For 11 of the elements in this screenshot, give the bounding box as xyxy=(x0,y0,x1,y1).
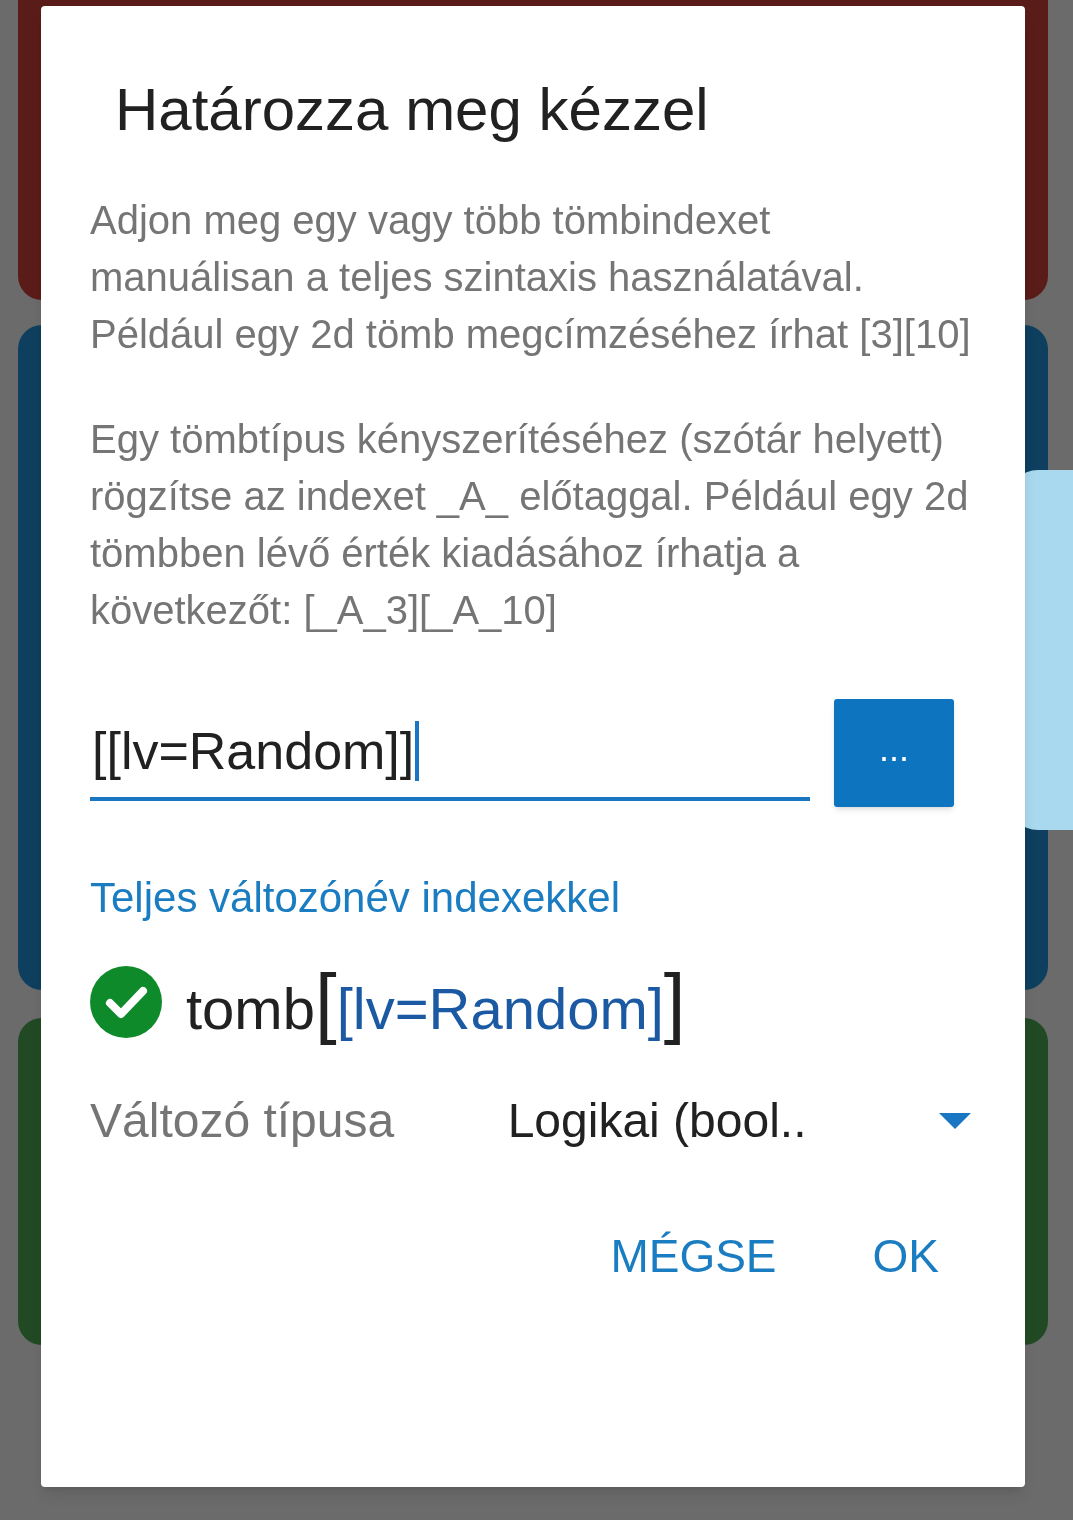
dialog-button[interactable]: MÉGSE xyxy=(610,1233,777,1279)
description-text: Egy tömbtípus kényszerítéséhez (szótár helyett) rögzítse az indexet _A_ előtaggal. Például egy 2d tömbben lévő érték kiadásához írhatja a következőt: [_A_3][_A_10] xyxy=(90,416,970,634)
section-label: Teljes változónév indexekkel xyxy=(90,873,621,923)
type-label: Változó típusa xyxy=(90,1093,396,1149)
type-dropdown[interactable]: Logikai (bool.. xyxy=(507,1085,975,1157)
browse-button[interactable]: ... xyxy=(834,699,954,807)
dialog-button[interactable]: OK xyxy=(872,1233,939,1279)
input-field[interactable]: [[lv=Random]] xyxy=(90,705,810,801)
dropdown-arrow-icon xyxy=(939,1113,971,1129)
description-text: Adjon meg egy vagy több tömbindexet manuálisan a teljes szintaxis használatával. Például egy 2d tömb megcímzéséhez írhat [3][10] xyxy=(90,197,972,358)
dialog-title: Határozza meg kézzel xyxy=(115,76,710,144)
